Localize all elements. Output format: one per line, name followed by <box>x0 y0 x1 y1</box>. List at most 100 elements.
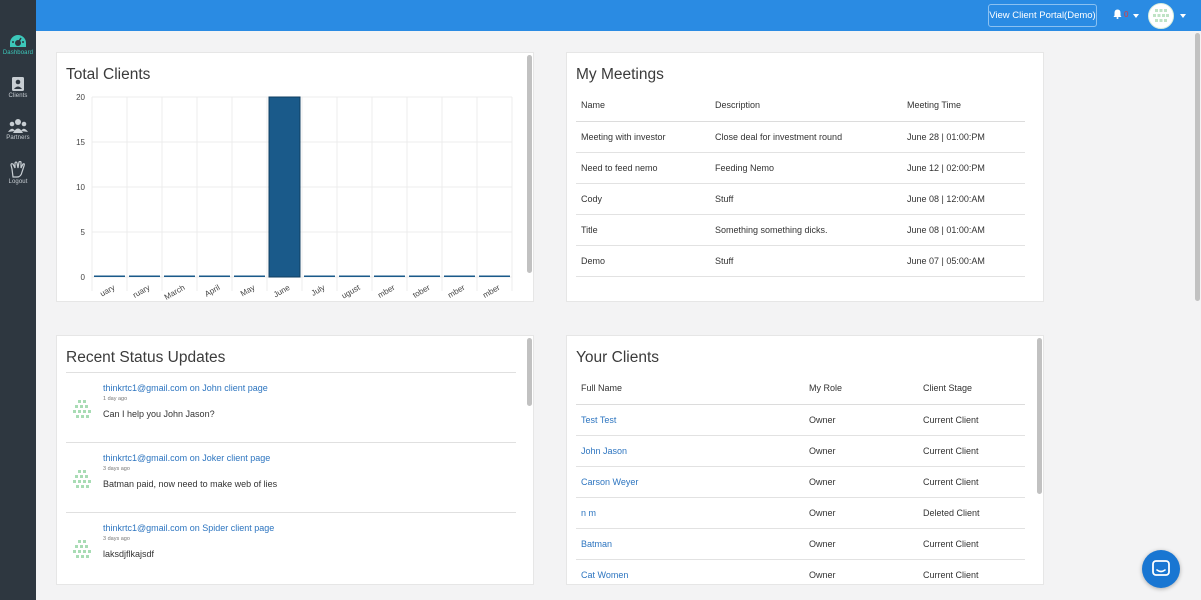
table-row[interactable]: Carson Weyer Owner Current Client <box>576 466 1025 498</box>
status-user: thinkrtc1@gmail.com <box>103 383 188 393</box>
table-cell: Stuff <box>710 245 902 277</box>
recent-status-title: Recent Status Updates <box>66 349 226 366</box>
column-header-name: Name <box>576 90 710 122</box>
my-meetings-card: My Meetings Name Description Meeting Tim… <box>566 52 1044 302</box>
table-cell: Feeding Nemo <box>710 152 902 184</box>
chart-bar[interactable] <box>339 275 370 278</box>
chart-bar[interactable] <box>304 275 335 278</box>
chart-bar[interactable] <box>479 275 510 278</box>
user-avatar-icon <box>73 470 91 488</box>
my-meetings-title: My Meetings <box>576 66 664 83</box>
x-tick-label: mber <box>481 283 502 300</box>
sidebar-item-label: Logout <box>8 179 28 185</box>
table-row[interactable]: Cat Women Owner Current Client <box>576 559 1025 584</box>
dashboard-icon <box>10 35 26 47</box>
sidebar-item-clients[interactable]: Clients <box>0 76 36 99</box>
status-on: on <box>189 453 200 463</box>
status-message: Batman paid, now need to make web of lie… <box>103 479 278 489</box>
table-cell: Current Client <box>918 528 1025 560</box>
table-cell: Deleted Client <box>918 497 1025 529</box>
chat-button[interactable] <box>1142 550 1180 588</box>
table-cell: Owner <box>804 559 918 584</box>
client-name-link[interactable]: Test Test <box>581 415 616 425</box>
bell-icon[interactable] <box>1113 9 1122 19</box>
client-name-link[interactable]: John Jason <box>581 446 627 456</box>
table-cell: Current Client <box>918 404 1025 436</box>
x-tick-label: ugust <box>340 283 362 301</box>
recent-status-card: Recent Status Updates thinkrtc1@gmail.co… <box>56 335 534 585</box>
status-time: 3 days ago <box>103 466 130 472</box>
table-row[interactable]: Test Test Owner Current Client <box>576 404 1025 436</box>
client-name-link[interactable]: Batman <box>581 539 612 549</box>
chart-bar[interactable] <box>129 275 160 278</box>
chart-bar[interactable] <box>164 275 195 278</box>
view-client-portal-button[interactable]: View Client Portal(Demo) <box>988 4 1097 27</box>
user-avatar-icon <box>73 400 91 418</box>
table-cell: Demo <box>576 245 710 277</box>
sidebar-item-label: Clients <box>8 93 28 99</box>
table-row[interactable]: n m Owner Deleted Client <box>576 497 1025 529</box>
column-header-description: Description <box>710 90 902 122</box>
chevron-down-icon[interactable] <box>1180 14 1186 18</box>
chart-bar[interactable] <box>409 275 440 278</box>
chart-bar[interactable] <box>374 275 405 278</box>
x-tick-label: mber <box>446 283 467 300</box>
table-cell: Current Client <box>918 466 1025 498</box>
sidebar-item-dashboard[interactable]: Dashboard <box>0 34 36 56</box>
status-link[interactable]: thinkrtc1@gmail.com on John client page <box>103 383 268 393</box>
table-row[interactable]: Demo Stuff June 07 | 05:00:AM <box>576 245 1025 277</box>
top-bar: View Client Portal(Demo) 0 <box>36 0 1201 31</box>
card-scrollbar[interactable] <box>1037 338 1042 494</box>
table-cell: n m <box>576 497 804 529</box>
y-tick-label: 20 <box>76 93 85 102</box>
chart-bar[interactable] <box>234 275 265 278</box>
table-cell: June 07 | 05:00:AM <box>902 245 1025 277</box>
client-name-link[interactable]: n m <box>581 508 596 518</box>
status-link[interactable]: thinkrtc1@gmail.com on Spider client pag… <box>103 523 274 533</box>
status-link[interactable]: thinkrtc1@gmail.com on Joker client page <box>103 453 270 463</box>
avatar[interactable] <box>1148 3 1174 29</box>
table-row[interactable]: Title Something something dicks. June 08 |… <box>576 214 1025 246</box>
chevron-down-icon[interactable] <box>1133 14 1139 18</box>
sidebar-item-partners[interactable]: Partners <box>0 118 36 141</box>
table-cell: Need to feed nemo <box>576 152 710 184</box>
sidebar-item-label: Dashboard <box>2 50 34 56</box>
page-scrollbar[interactable] <box>1194 31 1201 600</box>
sidebar-item-logout[interactable]: Logout <box>0 161 36 185</box>
card-scrollbar[interactable] <box>527 55 532 273</box>
card-scrollbar[interactable] <box>527 338 532 406</box>
table-cell: Owner <box>804 404 918 436</box>
partners-icon <box>8 119 28 133</box>
table-cell: June 12 | 02:00:PM <box>902 152 1025 184</box>
chart-bar[interactable] <box>268 96 301 278</box>
chart-bar[interactable] <box>444 275 475 278</box>
table-row[interactable]: Need to feed nemo Feeding Nemo June 12 | 0… <box>576 152 1025 184</box>
column-header-my-role: My Role <box>804 373 918 405</box>
status-time: 3 days ago <box>103 536 130 542</box>
table-header-row: Name Description Meeting Time <box>576 90 1025 122</box>
table-cell: June 08 | 01:00:AM <box>902 214 1025 246</box>
client-name-link[interactable]: Carson Weyer <box>581 477 638 487</box>
x-tick-label: mber <box>376 283 397 300</box>
table-cell: John Jason <box>576 435 804 467</box>
table-row[interactable]: Cody Stuff June 08 | 12:00:AM <box>576 183 1025 215</box>
table-cell: Cat Women <box>576 559 804 584</box>
table-cell: Current Client <box>918 559 1025 584</box>
table-row[interactable]: Meeting with investor Close deal for inve… <box>576 121 1025 153</box>
table-cell: Current Client <box>918 435 1025 467</box>
client-name-link[interactable]: Cat Women <box>581 570 628 580</box>
y-tick-label: 10 <box>76 183 85 192</box>
chart-bar[interactable] <box>199 275 230 278</box>
column-header-full-name: Full Name <box>576 373 804 405</box>
list-item: thinkrtc1@gmail.com on John client page 1… <box>66 372 516 442</box>
table-row[interactable]: Batman Owner Current Client <box>576 528 1025 560</box>
page-scrollbar-thumb[interactable] <box>1195 33 1200 301</box>
avatar-icon <box>1153 9 1169 22</box>
table-cell: Owner <box>804 497 918 529</box>
chart-bar[interactable] <box>94 275 125 278</box>
status-page: Joker client page <box>202 453 271 463</box>
table-row[interactable]: John Jason Owner Current Client <box>576 435 1025 467</box>
table-cell: Carson Weyer <box>576 466 804 498</box>
status-message: laksdjflkajsdf <box>103 549 155 559</box>
clients-icon <box>12 77 24 91</box>
